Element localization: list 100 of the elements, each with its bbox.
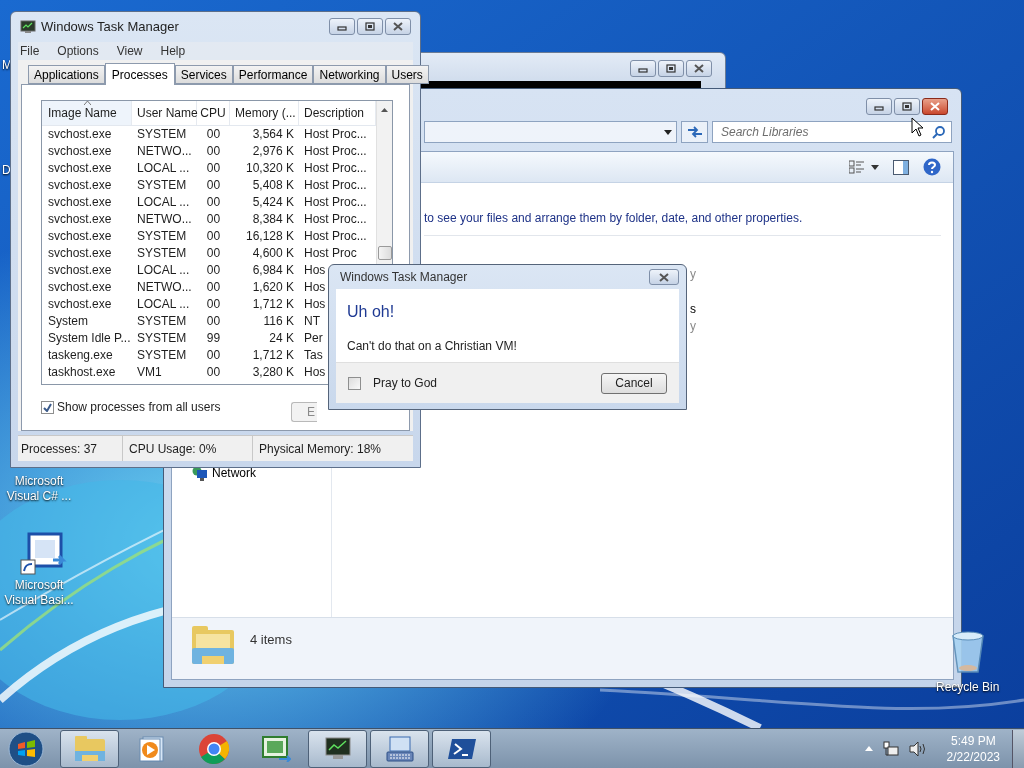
maximize-button[interactable] [357,17,383,35]
table-cell: 1,712 K [252,297,294,313]
table-cell: Host Proc [304,246,357,262]
maximize-icon [902,102,912,111]
taskbar-button[interactable] [370,729,429,768]
cancel-button[interactable]: Cancel [601,372,667,394]
close-button[interactable] [686,60,712,77]
column-header[interactable]: Image Name [42,101,132,126]
cut-off-text: y [690,267,696,282]
table-cell: SYSTEM [137,246,187,262]
cut-off-text: s [690,302,696,317]
table-cell: 6,984 K [252,263,294,279]
taskbar-button[interactable] [60,729,119,768]
table-cell: 00 [206,263,221,279]
question-mark-icon [923,158,941,176]
table-cell: Hos [304,280,326,296]
show-hidden-icons-button[interactable] [864,746,873,751]
close-button[interactable] [649,269,679,285]
menu-item[interactable]: File [18,42,42,61]
ring-icon [197,732,230,765]
maximize-button[interactable] [894,98,920,115]
table-cell: 00 [206,297,221,313]
help-button[interactable] [923,158,941,176]
table-cell: svchost.exe [48,195,112,211]
table-cell: Hos [304,297,326,313]
table-cell: LOCAL ... [137,263,190,279]
table-cell: svchost.exe [48,212,112,228]
tab[interactable]: Processes [104,63,175,86]
close-button[interactable] [922,98,948,115]
table-cell: 116 K [263,314,294,330]
table-cell: 00 [206,178,221,194]
column-header[interactable]: CPU [197,101,230,126]
search-field[interactable]: Search Libraries [712,121,952,143]
keyboard-icon [384,735,415,762]
tab[interactable]: Networking [313,65,386,85]
table-cell: Host Proc... [304,212,367,228]
start-button[interactable] [6,728,46,768]
show-desktop-button[interactable] [1012,729,1024,768]
pane-icon [893,159,909,175]
table-cell: SYSTEM [137,331,187,347]
tab[interactable]: Applications [28,65,105,85]
table-cell: 99 [206,331,221,347]
minimize-button[interactable] [866,98,892,115]
taskbar-button[interactable] [308,729,367,768]
minimize-button[interactable] [630,60,656,77]
close-icon [659,272,669,282]
minimize-button[interactable] [329,17,355,35]
table-cell: 16,128 K [245,229,294,245]
window-title: Windows Task Manager [41,18,180,37]
menu-item[interactable]: Options [55,42,101,61]
triangle-icon [864,746,873,751]
close-button[interactable] [385,17,411,35]
table-cell: 3,564 K [252,127,294,143]
table-cell: Hos [304,365,326,381]
refresh-button[interactable] [681,121,708,143]
table-cell: 00 [206,246,221,262]
table-cell: svchost.exe [48,178,112,194]
item-count: 4 items [250,631,292,649]
preview-pane-button[interactable] [893,159,909,175]
table-cell: LOCAL ... [137,195,190,211]
menu-item[interactable]: Help [158,42,188,61]
view-options-button[interactable] [849,160,879,174]
check-icon [43,402,52,412]
scrollbar-thumb[interactable] [377,246,392,261]
status-text: CPU Usage: 0% [123,436,253,461]
show-all-checkbox[interactable]: Show processes from all users [41,398,221,417]
recycle-bin-icon [950,630,985,674]
column-header[interactable]: Memory (... [230,101,299,126]
table-cell: svchost.exe [48,144,112,160]
table-cell: 5,424 K [252,195,294,211]
table-cell: svchost.exe [48,280,112,296]
maximize-button[interactable] [658,60,684,77]
column-header[interactable]: User Name [132,101,197,126]
dropdown-arrow-icon [664,129,673,135]
table-cell: 8,384 K [252,212,294,228]
table-cell: NETWO... [137,144,192,160]
maximize-icon [365,21,375,31]
table-cell: 00 [206,314,221,330]
table-cell: 1,620 K [252,280,294,296]
table-cell: Host Proc... [304,195,367,211]
dialog-message: Can't do that on a Christian VM! [347,338,518,355]
cursor-icon [911,117,924,137]
tab[interactable]: Services [174,65,233,85]
icon-label: Recycle Bin [936,680,1000,695]
monitor-icon [322,735,353,762]
table-cell: 3,280 K [252,365,294,381]
tab[interactable]: Users [385,65,429,85]
tab[interactable]: Performance [232,65,314,85]
taskbar-button[interactable] [432,729,491,768]
table-cell: svchost.exe [48,246,112,262]
table-cell: Tas [304,348,323,364]
menu-item[interactable]: View [114,42,145,61]
pray-checkbox[interactable]: Pray to God [348,374,438,392]
caret-icon [871,164,879,170]
table-cell: SYSTEM [137,127,187,143]
table-cell: Per [304,331,323,347]
table-cell: NETWO... [137,212,192,228]
scroll-up-arrow-icon [381,108,388,113]
status-text: Processes: 37 [18,436,123,461]
icon-label: Microsoft Visual Basi... [4,578,74,608]
